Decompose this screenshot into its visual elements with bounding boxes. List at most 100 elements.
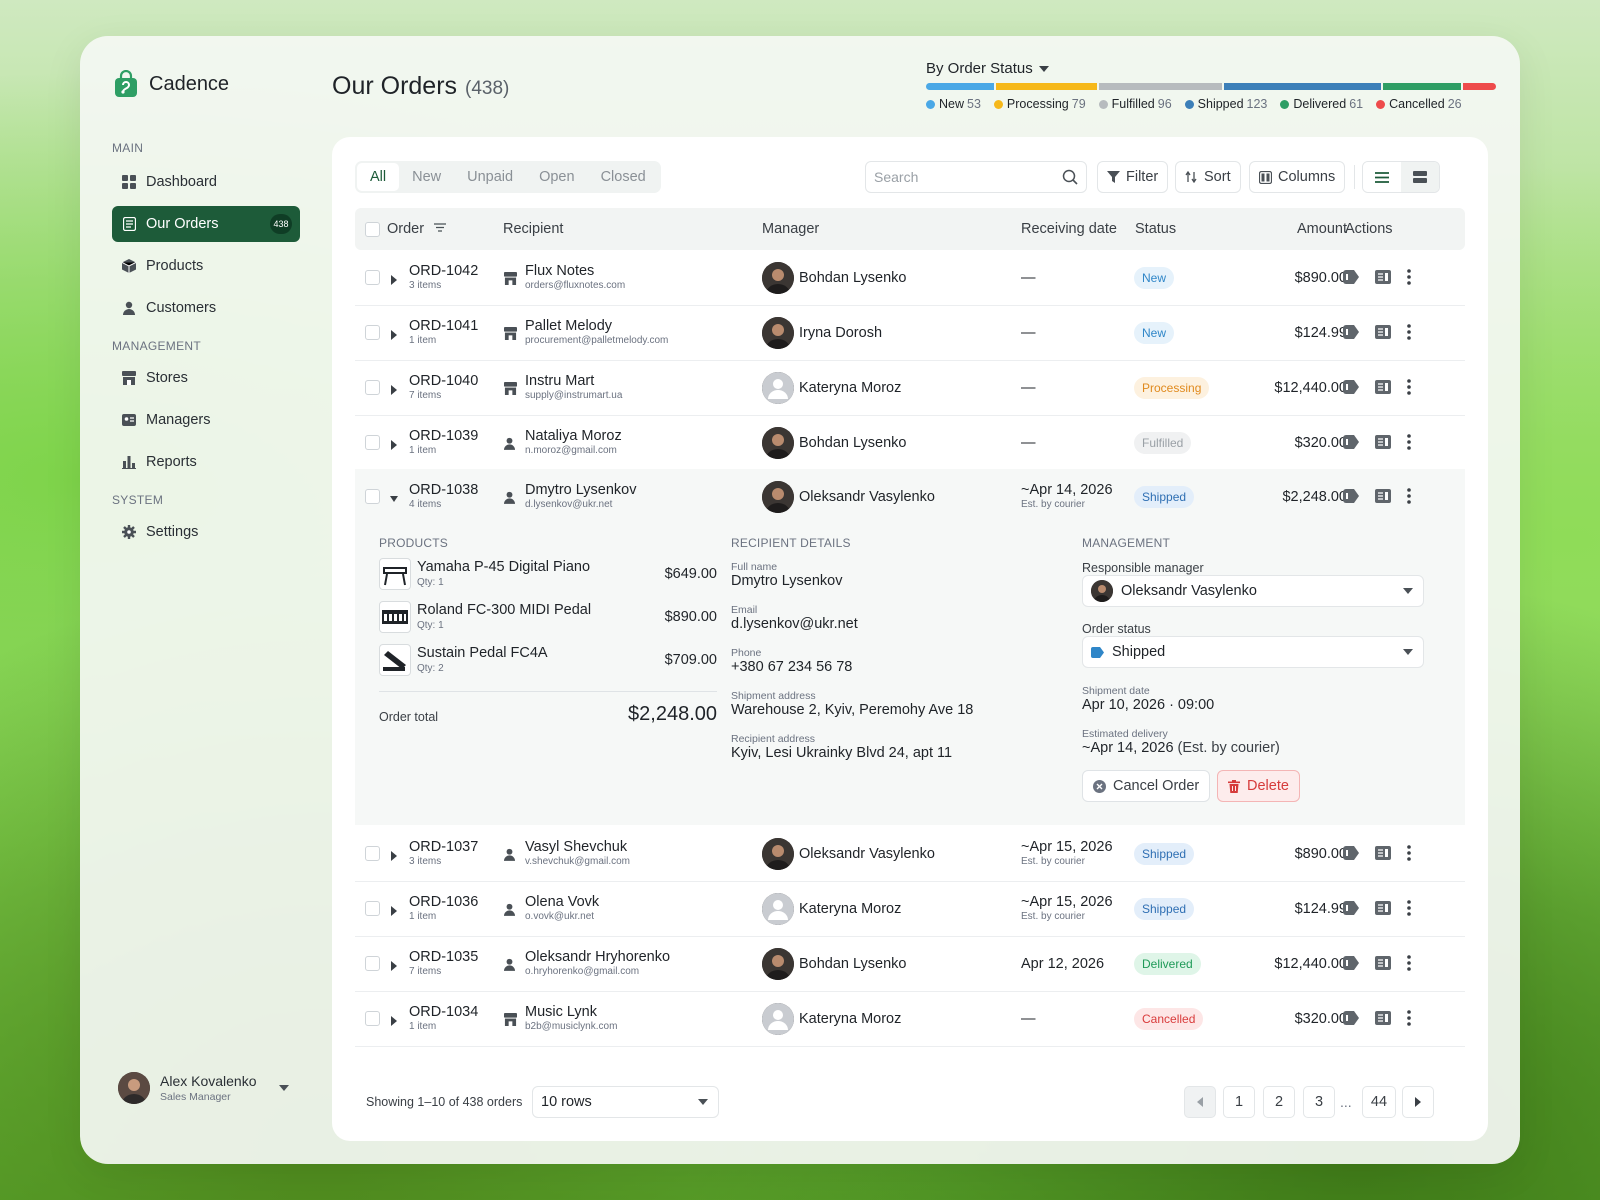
card-view-button[interactable] xyxy=(1401,162,1439,192)
row-checkbox[interactable] xyxy=(365,435,380,450)
tag-action-button[interactable] xyxy=(1343,901,1359,920)
brand[interactable]: Cadence xyxy=(113,70,229,98)
row-checkbox[interactable] xyxy=(365,325,380,340)
tab-all[interactable]: All xyxy=(357,163,400,191)
invoice-action-button[interactable] xyxy=(1375,956,1391,975)
invoice-action-button[interactable] xyxy=(1375,489,1391,508)
expand-toggle[interactable] xyxy=(390,958,398,976)
col-amount[interactable]: Amount xyxy=(1297,221,1347,237)
table-row[interactable]: ORD-1040 7 items Instru Mart supply@inst… xyxy=(355,360,1465,416)
more-options-button[interactable] xyxy=(1407,845,1411,866)
page-button-44[interactable]: 44 xyxy=(1362,1086,1396,1118)
sidebar-item-customers[interactable]: Customers xyxy=(112,290,300,326)
order-id-cell[interactable]: ORD-1035 7 items xyxy=(409,949,478,977)
invoice-action-button[interactable] xyxy=(1375,901,1391,920)
tag-action-button[interactable] xyxy=(1343,435,1359,454)
select-all-checkbox[interactable] xyxy=(365,222,380,237)
row-checkbox[interactable] xyxy=(365,846,380,861)
order-id-cell[interactable]: ORD-1038 4 items xyxy=(409,482,478,510)
invoice-action-button[interactable] xyxy=(1375,325,1391,344)
tag-action-button[interactable] xyxy=(1343,846,1359,865)
order-id-cell[interactable]: ORD-1039 1 item xyxy=(409,428,478,456)
sidebar-item-our-orders[interactable]: Our Orders 438 xyxy=(112,206,300,242)
expand-toggle[interactable] xyxy=(390,382,398,400)
search-input[interactable]: Search xyxy=(865,161,1087,193)
row-checkbox[interactable] xyxy=(365,489,380,504)
prev-page-button[interactable] xyxy=(1184,1086,1216,1118)
table-row[interactable]: ORD-1037 3 items Vasyl Shevchuk v.shevch… xyxy=(355,826,1465,882)
cancel-order-button[interactable]: Cancel Order xyxy=(1082,770,1211,802)
sort-button[interactable]: Sort xyxy=(1175,161,1241,193)
tab-closed[interactable]: Closed xyxy=(588,163,659,191)
next-page-button[interactable] xyxy=(1402,1086,1434,1118)
responsible-manager-select[interactable]: Oleksandr Vasylenko xyxy=(1082,575,1424,607)
invoice-action-button[interactable] xyxy=(1375,1011,1391,1030)
order-status-select[interactable]: Shipped xyxy=(1082,636,1424,668)
sidebar-item-stores[interactable]: Stores xyxy=(112,360,300,396)
page-button-3[interactable]: 3 xyxy=(1303,1086,1335,1118)
delete-button[interactable]: Delete xyxy=(1217,770,1300,802)
order-id-cell[interactable]: ORD-1041 1 item xyxy=(409,318,478,346)
expand-toggle[interactable] xyxy=(390,327,398,345)
page-button-2[interactable]: 2 xyxy=(1263,1086,1295,1118)
col-recipient[interactable]: Recipient xyxy=(503,221,563,237)
table-row[interactable]: ORD-1042 3 items Flux Notes orders@fluxn… xyxy=(355,250,1465,306)
more-options-button[interactable] xyxy=(1407,488,1411,509)
invoice-action-button[interactable] xyxy=(1375,380,1391,399)
order-id-cell[interactable]: ORD-1040 7 items xyxy=(409,373,478,401)
col-manager[interactable]: Manager xyxy=(762,221,819,237)
col-status[interactable]: Status xyxy=(1135,221,1176,237)
page-button-1[interactable]: 1 xyxy=(1223,1086,1255,1118)
more-options-button[interactable] xyxy=(1407,324,1411,345)
expand-toggle[interactable] xyxy=(390,903,398,921)
row-checkbox[interactable] xyxy=(365,1011,380,1026)
table-row[interactable]: ORD-1038 4 items Dmytro Lysenkov d.lysen… xyxy=(355,469,1465,525)
table-row[interactable]: ORD-1039 1 item Nataliya Moroz n.moroz@g… xyxy=(355,415,1465,471)
order-id-cell[interactable]: ORD-1037 3 items xyxy=(409,839,478,867)
order-id-cell[interactable]: ORD-1042 3 items xyxy=(409,263,478,291)
tag-action-button[interactable] xyxy=(1343,956,1359,975)
more-options-button[interactable] xyxy=(1407,900,1411,921)
expand-toggle[interactable] xyxy=(390,272,398,290)
table-row[interactable]: ORD-1041 1 item Pallet Melody procuremen… xyxy=(355,305,1465,361)
col-order[interactable]: Order xyxy=(387,221,447,237)
more-options-button[interactable] xyxy=(1407,379,1411,400)
table-row[interactable]: ORD-1034 1 item Music Lynk b2b@musiclynk… xyxy=(355,991,1465,1047)
expand-toggle[interactable] xyxy=(390,437,398,455)
invoice-action-button[interactable] xyxy=(1375,435,1391,454)
col-receiving-date[interactable]: Receiving date xyxy=(1021,221,1117,237)
tag-action-button[interactable] xyxy=(1343,325,1359,344)
tag-action-button[interactable] xyxy=(1343,270,1359,289)
collapse-toggle[interactable] xyxy=(390,491,398,509)
tab-new[interactable]: New xyxy=(399,163,454,191)
sidebar-item-products[interactable]: Products xyxy=(112,248,300,284)
sidebar-item-managers[interactable]: Managers xyxy=(112,402,300,438)
table-row[interactable]: ORD-1035 7 items Oleksandr Hryhorenko o.… xyxy=(355,936,1465,992)
tab-unpaid[interactable]: Unpaid xyxy=(454,163,526,191)
row-checkbox[interactable] xyxy=(365,901,380,916)
row-checkbox[interactable] xyxy=(365,270,380,285)
status-summary-dropdown[interactable]: By Order Status xyxy=(926,60,1496,77)
order-id-cell[interactable]: ORD-1034 1 item xyxy=(409,1004,478,1032)
columns-button[interactable]: Columns xyxy=(1249,161,1346,193)
invoice-action-button[interactable] xyxy=(1375,270,1391,289)
expand-toggle[interactable] xyxy=(390,848,398,866)
row-checkbox[interactable] xyxy=(365,380,380,395)
user-menu[interactable]: Alex Kovalenko Sales Manager xyxy=(118,1072,289,1104)
filter-button[interactable]: Filter xyxy=(1097,161,1169,193)
invoice-action-button[interactable] xyxy=(1375,846,1391,865)
table-row[interactable]: ORD-1036 1 item Olena Vovk o.vovk@ukr.ne… xyxy=(355,881,1465,937)
sidebar-item-dashboard[interactable]: Dashboard xyxy=(112,164,300,200)
tag-action-button[interactable] xyxy=(1343,1011,1359,1030)
more-options-button[interactable] xyxy=(1407,955,1411,976)
rows-per-page-select[interactable]: 10 rows xyxy=(532,1086,719,1118)
sidebar-item-reports[interactable]: Reports xyxy=(112,444,300,480)
order-id-cell[interactable]: ORD-1036 1 item xyxy=(409,894,478,922)
sidebar-item-settings[interactable]: Settings xyxy=(112,514,300,550)
expand-toggle[interactable] xyxy=(390,1013,398,1031)
list-view-button[interactable] xyxy=(1363,162,1401,192)
more-options-button[interactable] xyxy=(1407,1010,1411,1031)
more-options-button[interactable] xyxy=(1407,434,1411,455)
tab-open[interactable]: Open xyxy=(526,163,587,191)
tag-action-button[interactable] xyxy=(1343,380,1359,399)
